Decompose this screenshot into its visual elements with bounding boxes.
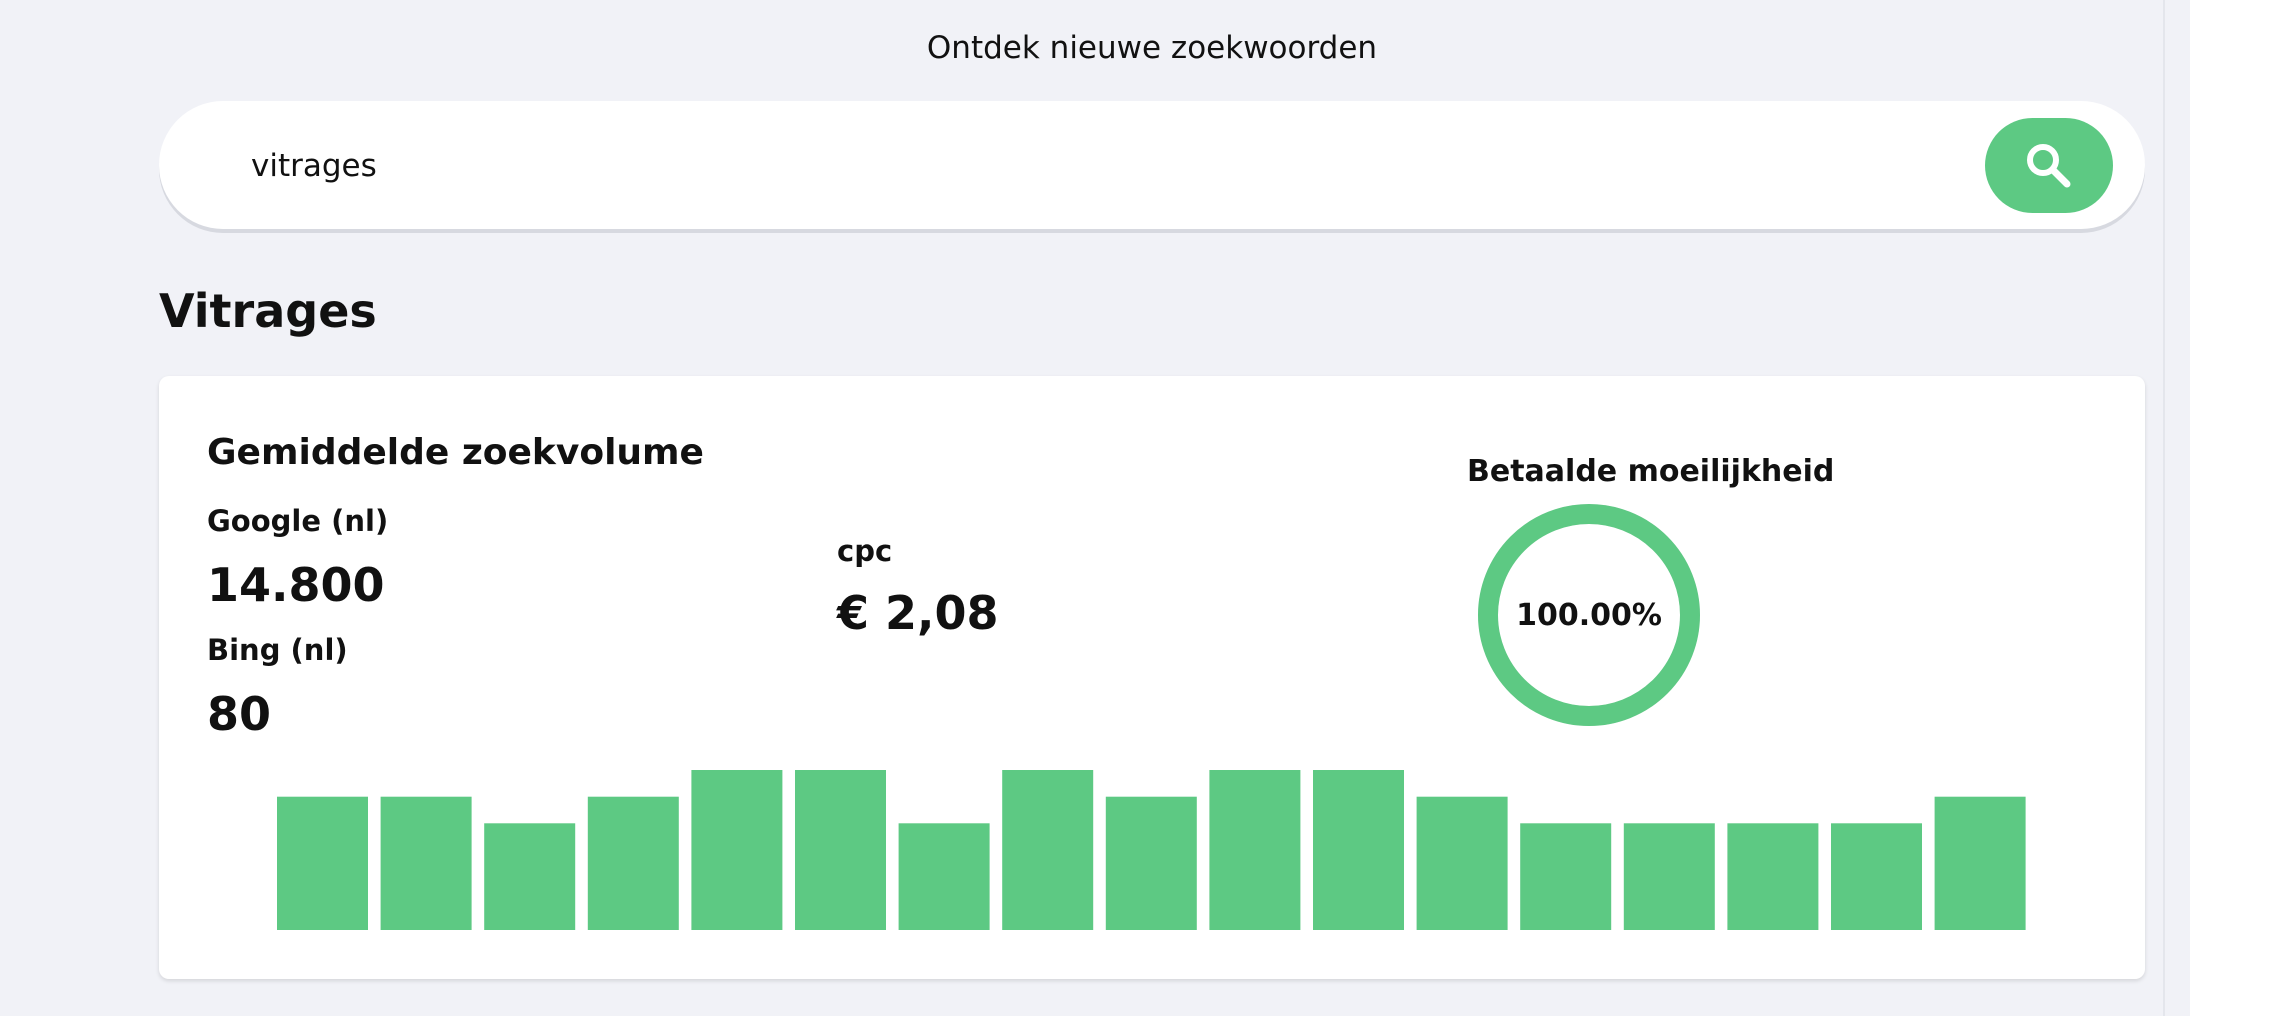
volume-bar-12	[1416, 796, 1508, 930]
volume-bar-15	[1727, 823, 1819, 930]
volume-bar-11	[1313, 770, 1404, 930]
volume-bar-17	[1934, 796, 2026, 930]
right-side-panel	[2190, 0, 2284, 1016]
volume-bar-9	[1105, 796, 1197, 930]
volume-bar-10	[1209, 770, 1301, 930]
volume-bar-5	[691, 770, 783, 930]
volume-bar-16	[1831, 823, 1922, 930]
volume-bar-3	[484, 823, 576, 930]
search-input[interactable]	[249, 131, 2003, 201]
page: Ontdek nieuwe zoekwoorden Vitrages Gemid…	[0, 0, 2284, 1016]
panel-divider	[2163, 0, 2165, 1016]
volume-bar-4	[587, 796, 679, 930]
search-bar	[159, 101, 2145, 229]
volume-bar-2	[380, 796, 472, 930]
volume-bar-7	[898, 823, 990, 930]
volume-bar-13	[1520, 823, 1612, 930]
volume-bar-14	[1623, 823, 1715, 930]
search-volume-bar-chart	[277, 770, 2026, 930]
keyword-title: Vitrages	[159, 284, 377, 338]
page-heading: Ontdek nieuwe zoekwoorden	[926, 30, 1378, 66]
volume-bar-1	[277, 796, 368, 930]
volume-bar-8	[1002, 770, 1094, 930]
search-button[interactable]	[1985, 118, 2113, 213]
keyword-stats-card: Gemiddelde zoekvolume Google (nl) 14.800…	[159, 376, 2145, 979]
search-icon	[2027, 143, 2071, 187]
volume-bar-6	[795, 770, 886, 930]
